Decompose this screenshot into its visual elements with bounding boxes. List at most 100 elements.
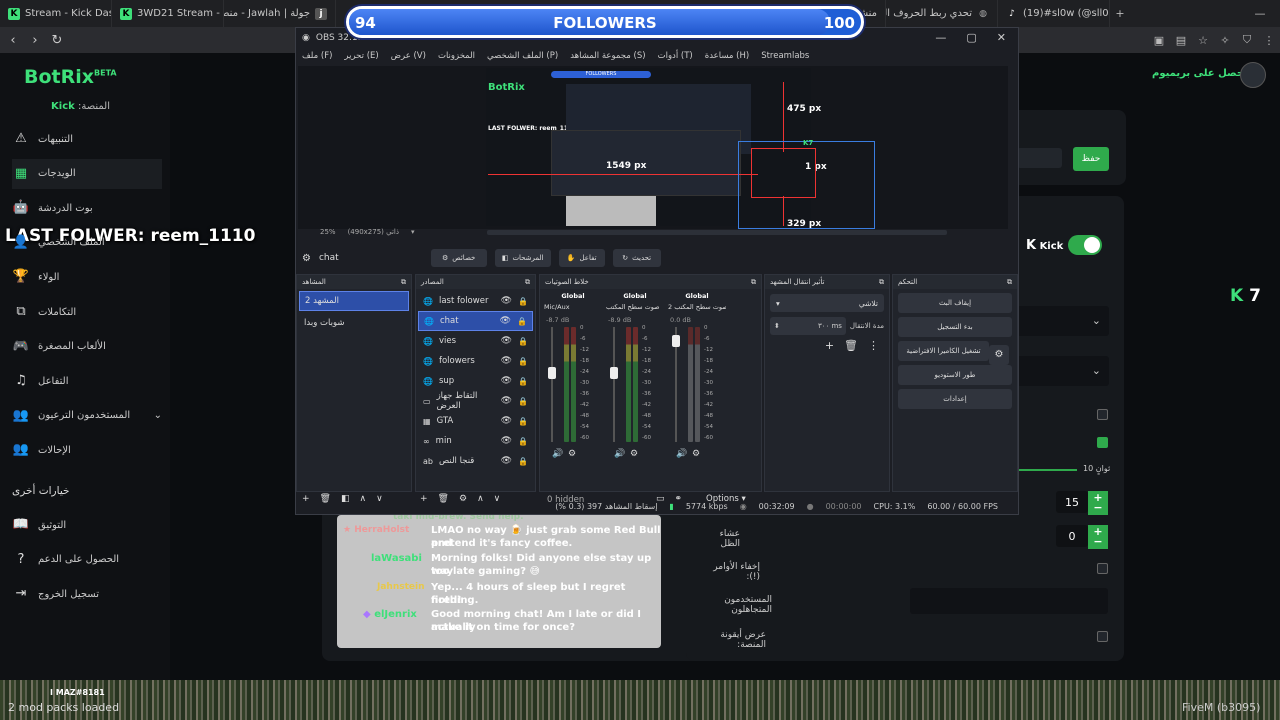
reload-icon[interactable]: ↻ [46, 33, 68, 48]
lock-icon[interactable]: 🔒 [517, 317, 527, 326]
select-dropdown-2[interactable]: ⌄ [1017, 356, 1109, 386]
mute-icon[interactable]: 🔊 [676, 449, 687, 459]
browser-tab[interactable]: j جولة | Jawlah - منصة [224, 0, 336, 27]
forward-icon[interactable]: › [24, 33, 46, 48]
control-button-1[interactable]: بدء التسجيل [898, 317, 1012, 337]
visibility-icon[interactable]: 👁 [501, 456, 512, 466]
sidebar-item-loyalty[interactable]: 🏆 الولاء [12, 262, 162, 292]
obs-menu-item[interactable]: ملف (F) [302, 51, 332, 61]
lock-icon[interactable]: 🔒 [518, 337, 528, 346]
volume-slider[interactable] [610, 327, 618, 442]
sidebar-item-widgets[interactable]: ▦ الويدجات [12, 158, 162, 189]
visibility-icon[interactable]: 👁 [501, 436, 512, 446]
dock-float-icon[interactable]: ⧉ [751, 278, 756, 287]
dock-float-icon[interactable]: ⧉ [401, 278, 406, 287]
close-icon[interactable]: ✕ [997, 31, 1006, 44]
obs-menu-item[interactable]: مساعدة (H) [705, 51, 749, 61]
reader-icon[interactable]: ▤ [1170, 34, 1192, 47]
text-field[interactable] [1017, 148, 1062, 168]
obs-menu-item[interactable]: المخزونات [438, 51, 475, 61]
obs-menu-item[interactable]: تحرير (E) [344, 51, 378, 61]
back-icon[interactable]: ‹ [2, 33, 24, 48]
save-button[interactable]: حفظ [1073, 147, 1109, 171]
volume-knob[interactable] [610, 367, 618, 379]
obs-menu-item[interactable]: مجموعة المشاهد (S) [570, 51, 645, 61]
chevron-down-icon[interactable]: ⌄ [154, 410, 162, 421]
obs-menu-item[interactable]: Streamlabs [761, 51, 809, 61]
control-button-2[interactable]: تشغيل الكاميرا الافتراضية [898, 341, 989, 361]
trash-icon[interactable]: 🗑 [844, 339, 858, 352]
control-button-0[interactable]: إيقاف البث [898, 293, 1012, 313]
interact-button[interactable]: ✋ تفاعل [558, 249, 605, 267]
maximize-icon[interactable]: ▢ [966, 31, 976, 44]
source-item[interactable]: 🌐 folowers 👁 🔒 [418, 351, 533, 371]
visibility-icon[interactable]: 👁 [501, 396, 512, 406]
browser-tab[interactable]: ◍ تحدي ربط الحروف العرب [886, 0, 998, 27]
add-icon[interactable]: + [825, 339, 834, 352]
favorites-icon[interactable]: ☆ [1192, 34, 1214, 47]
more-icon[interactable]: ⋮ [868, 339, 879, 352]
control-button-4[interactable]: إعدادات [898, 389, 1012, 409]
platform-icon-checkbox[interactable] [1097, 631, 1108, 642]
kick-toggle[interactable] [1068, 235, 1102, 255]
lock-icon[interactable]: 🔒 [518, 297, 528, 306]
ignored-users-input[interactable] [910, 588, 1108, 614]
checkbox-checked[interactable] [1097, 437, 1108, 448]
lock-icon[interactable]: 🔒 [518, 417, 528, 426]
sidebar-item-sub-users[interactable]: 👥 المستخدمون الترعيون ⌄ [12, 401, 162, 431]
zoom-level[interactable]: 25% [320, 228, 336, 238]
mute-icon[interactable]: 🔊 [614, 449, 625, 459]
channel-settings-icon[interactable]: ⚙ [568, 449, 576, 459]
dock-float-icon[interactable]: ⧉ [879, 278, 884, 287]
virtual-camera-settings-icon[interactable]: ⚙ [989, 345, 1009, 365]
source-item[interactable]: 🌐 sup 👁 🔒 [418, 371, 533, 391]
lock-icon[interactable]: 🔒 [518, 397, 528, 406]
hide-commands-checkbox[interactable] [1097, 563, 1108, 574]
transition-select[interactable]: ▾ تلاشي [770, 294, 884, 312]
lock-icon[interactable]: 🔒 [518, 457, 528, 466]
obs-preview[interactable]: BotRix LAST FOLWER: reem_1110 FOLLOWERS … [298, 66, 1008, 229]
minimize-icon[interactable]: — [935, 31, 946, 44]
mute-icon[interactable]: 🔊 [552, 449, 563, 459]
stepper-1[interactable]: + − [1088, 491, 1108, 515]
volume-slider[interactable] [672, 327, 680, 442]
sidebar-item-alerts[interactable]: ⚠ التنبيهات [12, 124, 162, 154]
browser-tab[interactable]: K3WD21 Stream - Watc✕ [112, 0, 224, 27]
browser-tab[interactable]: ♪(19)#sl0w (@sll0ow)✕ [998, 0, 1110, 27]
obs-menu-item[interactable]: الملف الشخصي (P) [487, 51, 558, 61]
botrix-logo[interactable]: BotRixBETA [24, 66, 117, 88]
extensions-icon[interactable]: ✧ [1214, 34, 1236, 47]
properties-button[interactable]: ⚙ خصائص [430, 249, 487, 267]
refresh-button[interactable]: ↻ تحديث [612, 249, 661, 267]
checkbox[interactable] [1097, 409, 1108, 420]
dropdown-icon[interactable]: ▾ [411, 228, 415, 238]
sidebar-item-docs[interactable]: 📖 التوثيق [12, 510, 162, 540]
volume-knob[interactable] [672, 335, 680, 347]
source-item[interactable]: 🌐 vies 👁 🔒 [418, 331, 533, 351]
sidebar-item-logout[interactable]: ⇥ تسجيل الخروج [12, 579, 162, 609]
source-item[interactable]: ▭ التقاط جهاز العرض 👁 🔒 [418, 391, 533, 411]
sidebar-item-referrals[interactable]: 👥 الإحالات [12, 435, 162, 465]
control-button-3[interactable]: طور الاستوديو [898, 365, 1012, 385]
obs-menu-item[interactable]: عرض (V) [391, 51, 426, 61]
sidebar-item-profile[interactable]: 👤 الملف الشخصي [12, 228, 162, 258]
channel-settings-icon[interactable]: ⚙ [630, 449, 638, 459]
visibility-icon[interactable]: 👁 [501, 376, 512, 386]
scene-item[interactable]: المشهد 2 [299, 291, 409, 311]
visibility-icon[interactable]: 👁 [501, 336, 512, 346]
new-tab-icon[interactable]: + [1110, 7, 1130, 20]
sidebar-item-chat-bot[interactable]: 🤖 بوت الدردشة [12, 193, 162, 223]
volume-slider[interactable] [548, 327, 556, 442]
source-item[interactable]: 🌐 chat 👁 🔒 [418, 311, 533, 331]
shield-icon[interactable]: ⛉ [1236, 33, 1258, 47]
menu-icon[interactable]: ⋮ [1258, 34, 1280, 47]
obs-menu-item[interactable]: أدوات (T) [658, 51, 693, 61]
sidebar-item-minigames[interactable]: 🎮 الألعاب المصغرة [12, 332, 162, 362]
volume-knob[interactable] [548, 367, 556, 379]
sidebar-item-integrations[interactable]: ⧉ التكاملات [12, 297, 162, 327]
lock-icon[interactable]: 🔒 [518, 377, 528, 386]
visibility-icon[interactable]: 👁 [500, 316, 511, 326]
channel-settings-icon[interactable]: ⚙ [692, 449, 700, 459]
avatar[interactable] [1240, 62, 1266, 88]
lock-icon[interactable]: 🔒 [518, 437, 528, 446]
